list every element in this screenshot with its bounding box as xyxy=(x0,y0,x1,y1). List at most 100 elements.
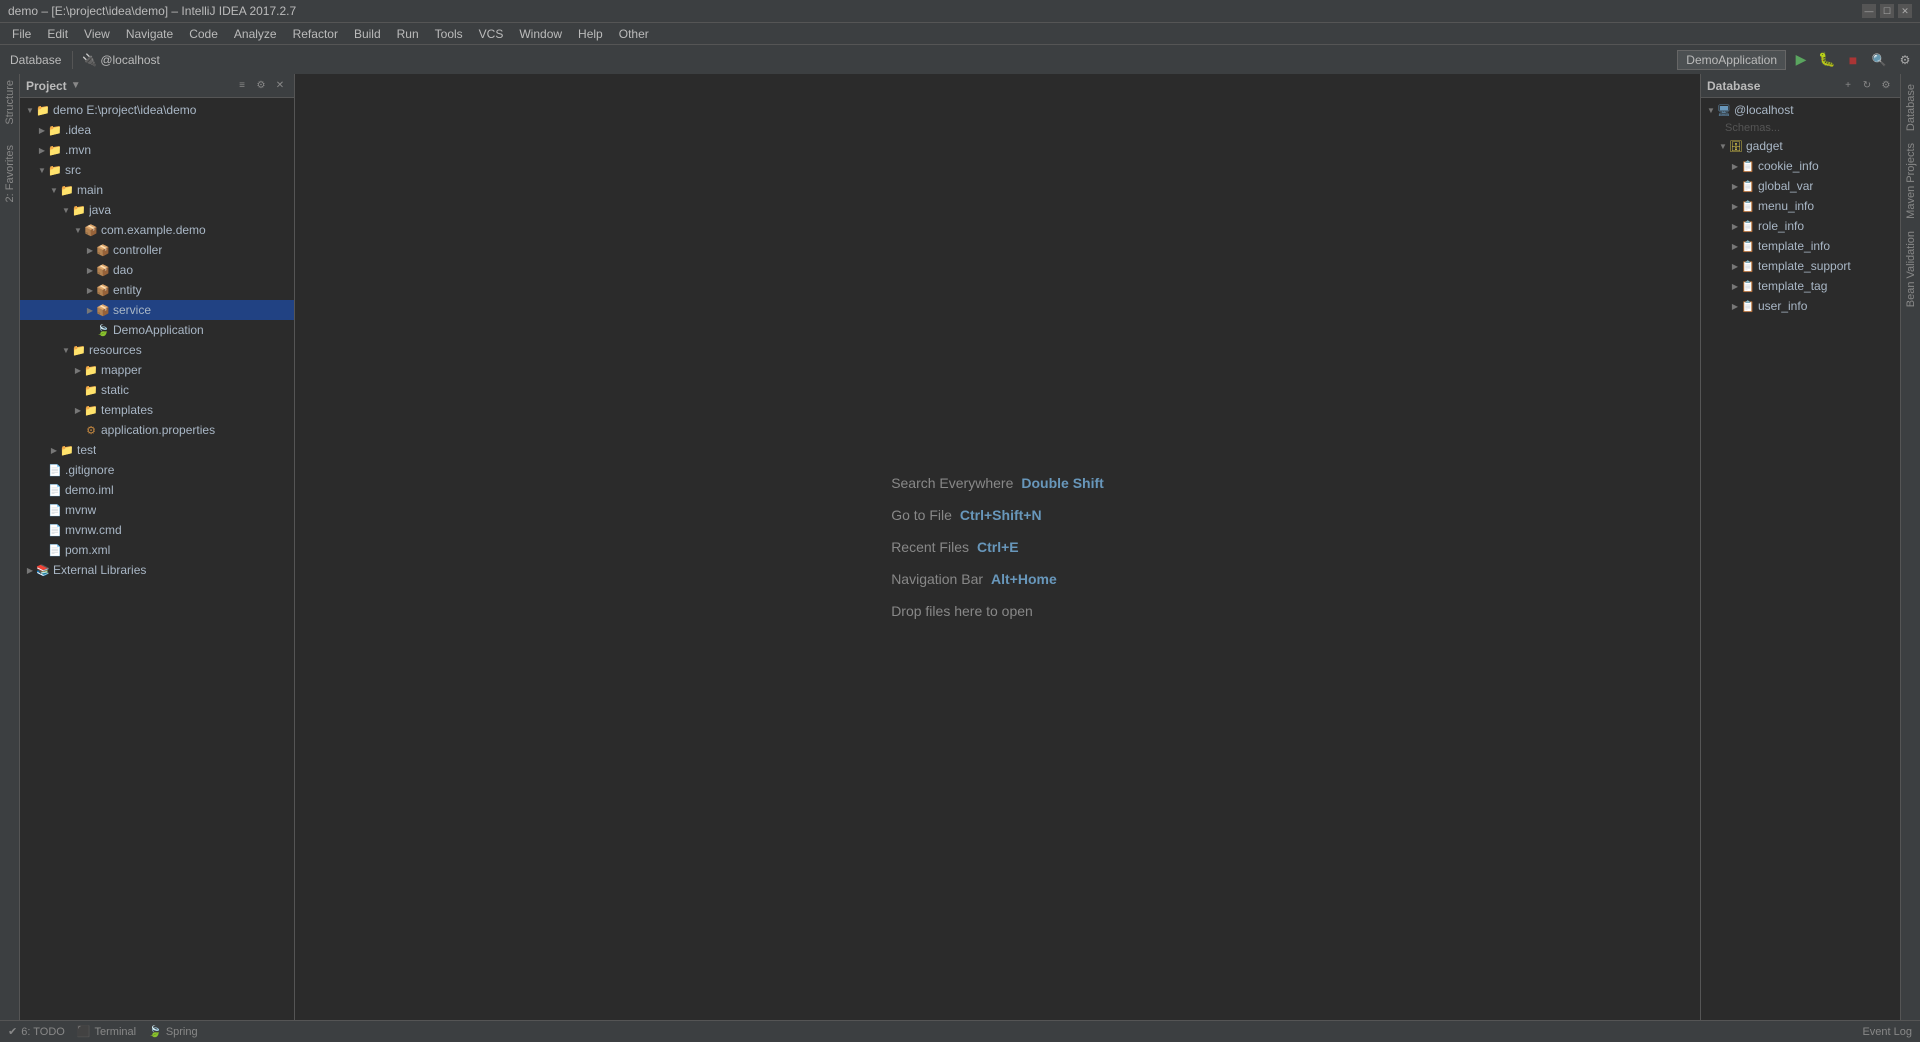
db-tree-item-template_info[interactable]: ▶📋template_info xyxy=(1701,236,1900,256)
bean-validation-tab[interactable]: Bean Validation xyxy=(1902,225,1920,313)
db-tree-item-localhost[interactable]: ▼🖥@localhost xyxy=(1701,100,1900,120)
menu-item-vcs[interactable]: VCS xyxy=(471,25,512,43)
db-label-cookie_info: cookie_info xyxy=(1758,159,1819,173)
project-panel: Project ▼ ≡ ⚙ ✕ ▼📁demo E:\project\idea\d… xyxy=(20,74,295,1020)
tree-item-mvnw[interactable]: 📄mvnw xyxy=(20,500,294,520)
menu-item-run[interactable]: Run xyxy=(389,25,427,43)
tree-item-main[interactable]: ▼📁main xyxy=(20,180,294,200)
add-db-button[interactable]: + xyxy=(1840,78,1856,94)
menu-item-other[interactable]: Other xyxy=(611,25,657,43)
run-button[interactable]: ▶ xyxy=(1790,49,1812,71)
favorites-tab[interactable]: 2: Favorites xyxy=(1,139,19,208)
tree-arrow-mapper: ▶ xyxy=(72,364,84,376)
maximize-button[interactable]: ☐ xyxy=(1880,4,1894,18)
tree-label-controller: controller xyxy=(113,243,162,257)
tree-icon-src: 📁 xyxy=(48,163,62,177)
shortcut-row: Navigation BarAlt+Home xyxy=(891,571,1104,587)
project-panel-title: Project xyxy=(26,79,67,93)
db-arrow-localhost: ▼ xyxy=(1705,104,1717,116)
hide-panel-button[interactable]: ✕ xyxy=(272,78,288,94)
terminal-status[interactable]: ⬛ Terminal xyxy=(77,1025,136,1038)
tree-arrow-templates: ▶ xyxy=(72,404,84,416)
menu-item-refactor[interactable]: Refactor xyxy=(285,25,346,43)
tree-item-static[interactable]: 📁static xyxy=(20,380,294,400)
tree-item-idea[interactable]: ▶📁.idea xyxy=(20,120,294,140)
status-bar: ✔ 6: TODO ⬛ Terminal 🍃 Spring Event Log xyxy=(0,1020,1920,1042)
tree-item-controller[interactable]: ▶📦controller xyxy=(20,240,294,260)
tree-item-mapper[interactable]: ▶📁mapper xyxy=(20,360,294,380)
db-tree-item-user_info[interactable]: ▶📋user_info xyxy=(1701,296,1900,316)
tree-arrow-demo: ▼ xyxy=(24,104,36,116)
tree-item-service[interactable]: ▶📦service xyxy=(20,300,294,320)
stop-button[interactable]: ■ xyxy=(1842,49,1864,71)
tree-item-src[interactable]: ▼📁src xyxy=(20,160,294,180)
terminal-icon: ⬛ xyxy=(77,1025,91,1038)
db-tree-item-cookie_info[interactable]: ▶📋cookie_info xyxy=(1701,156,1900,176)
database-side-tab[interactable]: Database xyxy=(1902,78,1920,137)
tree-item-test[interactable]: ▶📁test xyxy=(20,440,294,460)
tree-item-extlibs[interactable]: ▶📚External Libraries xyxy=(20,560,294,580)
menu-item-file[interactable]: File xyxy=(4,25,39,43)
debug-button[interactable]: 🐛 xyxy=(1816,49,1838,71)
toolbar-separator xyxy=(72,51,73,69)
minimize-button[interactable]: — xyxy=(1862,4,1876,18)
tree-item-DemoApplication[interactable]: 🍃DemoApplication xyxy=(20,320,294,340)
menu-item-view[interactable]: View xyxy=(76,25,118,43)
tree-item-java[interactable]: ▼📁java xyxy=(20,200,294,220)
db-arrow-gadget: ▼ xyxy=(1717,140,1729,152)
menu-item-tools[interactable]: Tools xyxy=(427,25,471,43)
db-tree-item-gadget[interactable]: ▼🗄gadget xyxy=(1701,136,1900,156)
db-settings-button[interactable]: ⚙ xyxy=(1878,78,1894,94)
tree-icon-DemoApplication: 🍃 xyxy=(96,323,110,337)
menu-item-code[interactable]: Code xyxy=(181,25,226,43)
run-config-area: DemoApplication ▶ 🐛 ■ 🔍 ⚙ xyxy=(1677,49,1916,71)
event-log-status[interactable]: Event Log xyxy=(1862,1026,1912,1038)
localhost-label: 🔌 @localhost xyxy=(78,53,164,67)
tree-arrow-src: ▼ xyxy=(36,164,48,176)
db-icon-template_support: 📋 xyxy=(1741,259,1755,273)
db-tree-item-menu_info[interactable]: ▶📋menu_info xyxy=(1701,196,1900,216)
maven-projects-tab[interactable]: Maven Projects xyxy=(1902,137,1920,225)
menu-item-analyze[interactable]: Analyze xyxy=(226,25,285,43)
tree-item-gitignore[interactable]: 📄.gitignore xyxy=(20,460,294,480)
tree-item-appprops[interactable]: ⚙application.properties xyxy=(20,420,294,440)
tree-item-dao[interactable]: ▶📦dao xyxy=(20,260,294,280)
tree-item-demo[interactable]: ▼📁demo E:\project\idea\demo xyxy=(20,100,294,120)
spring-status[interactable]: 🍃 Spring xyxy=(148,1025,198,1038)
project-panel-tools: ≡ ⚙ ✕ xyxy=(234,78,288,94)
tree-item-comexampledemo[interactable]: ▼📦com.example.demo xyxy=(20,220,294,240)
tree-icon-mvnw: 📄 xyxy=(48,503,62,517)
search-everywhere-button[interactable]: 🔍 xyxy=(1868,49,1890,71)
menu-item-edit[interactable]: Edit xyxy=(39,25,76,43)
tree-item-demoiml[interactable]: 📄demo.iml xyxy=(20,480,294,500)
tree-item-entity[interactable]: ▶📦entity xyxy=(20,280,294,300)
db-tree-item-template_tag[interactable]: ▶📋template_tag xyxy=(1701,276,1900,296)
project-dropdown[interactable]: ▼ xyxy=(71,80,81,91)
menu-item-help[interactable]: Help xyxy=(570,25,611,43)
tree-item-templates[interactable]: ▶📁templates xyxy=(20,400,294,420)
structure-tab[interactable]: Structure xyxy=(1,74,19,131)
tree-item-mvnwcmd[interactable]: 📄mvnw.cmd xyxy=(20,520,294,540)
database-panel-header: Database + ↻ ⚙ xyxy=(1701,74,1900,98)
menu-item-window[interactable]: Window xyxy=(511,25,570,43)
main-content: Structure 2: Favorites Project ▼ ≡ ⚙ ✕ ▼… xyxy=(0,74,1920,1020)
close-button[interactable]: ✕ xyxy=(1898,4,1912,18)
db-tree-item-role_info[interactable]: ▶📋role_info xyxy=(1701,216,1900,236)
db-arrow-menu_info: ▶ xyxy=(1729,200,1741,212)
refresh-db-button[interactable]: ↻ xyxy=(1859,78,1875,94)
menu-item-build[interactable]: Build xyxy=(346,25,389,43)
menu-item-navigate[interactable]: Navigate xyxy=(118,25,181,43)
collapse-all-button[interactable]: ≡ xyxy=(234,78,250,94)
todo-status[interactable]: ✔ 6: TODO xyxy=(8,1025,65,1038)
tree-item-mvn[interactable]: ▶📁.mvn xyxy=(20,140,294,160)
tree-item-resources[interactable]: ▼📁resources xyxy=(20,340,294,360)
toolbar: Database 🔌 @localhost DemoApplication ▶ … xyxy=(0,44,1920,74)
settings-button[interactable]: ⚙ xyxy=(1894,49,1916,71)
tree-item-pomxml[interactable]: 📄pom.xml xyxy=(20,540,294,560)
db-tree-item-template_support[interactable]: ▶📋template_support xyxy=(1701,256,1900,276)
database-panel: Database + ↻ ⚙ ▼🖥@localhostSchemas...▼🗄g… xyxy=(1700,74,1900,1020)
window-controls: — ☐ ✕ xyxy=(1862,4,1912,18)
db-tree-item-global_var[interactable]: ▶📋global_var xyxy=(1701,176,1900,196)
run-config-dropdown[interactable]: DemoApplication xyxy=(1677,50,1786,70)
settings-project-button[interactable]: ⚙ xyxy=(253,78,269,94)
